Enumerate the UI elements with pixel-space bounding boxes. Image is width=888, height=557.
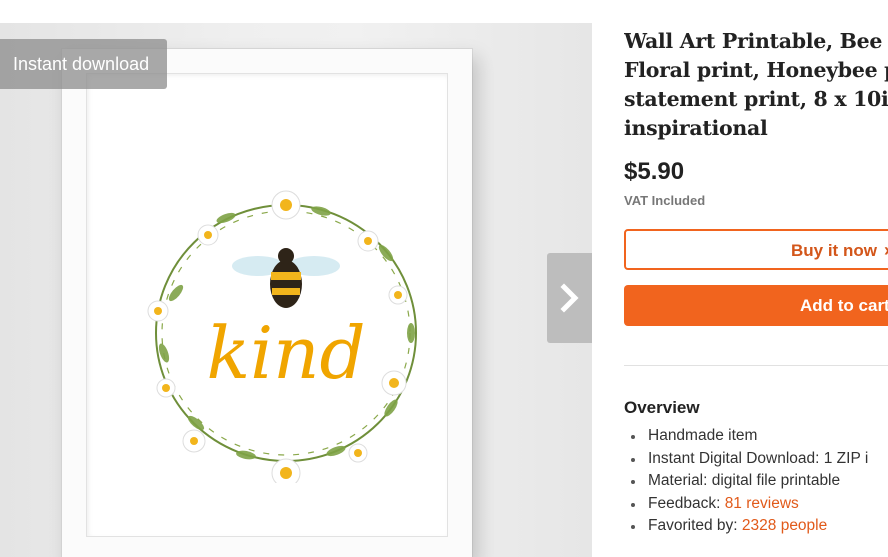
list-item-text: Instant Digital Download: 1 ZIP i [648,449,869,467]
vat-note: VAT Included [624,193,706,208]
picture-frame: kind [62,49,472,557]
list-item-text: Favorited by: [648,517,742,535]
bee-wreath-artwork: kind [147,190,417,483]
divider [624,365,888,366]
title-line: inspirational [624,116,768,140]
chevron-right-icon [559,283,579,313]
overview-list: Handmade item Instant Digital Download: … [624,425,868,538]
product-image-gallery: kind [0,23,592,557]
favorited-link[interactable]: 2328 people [742,517,827,534]
reviews-link[interactable]: 81 reviews [725,495,799,512]
instant-download-badge: Instant download [0,39,167,89]
next-image-button[interactable] [547,253,592,343]
buy-it-now-button[interactable]: Buy it now › [624,229,888,270]
add-to-cart-button[interactable]: Add to cart [624,285,888,326]
product-price: $5.90 [624,158,685,185]
title-line: statement print, 8 x 10in, b [624,87,888,111]
title-line: Wall Art Printable, Bee Kin [624,29,888,53]
product-info-panel: Wall Art Printable, Bee Kin Floral print… [624,0,888,557]
overview-heading: Overview [624,398,700,417]
artwork-word: kind [206,311,365,395]
list-item-text: Feedback: [648,494,725,512]
list-item: Handmade item [624,425,868,448]
buy-it-now-label: Buy it now [791,241,877,260]
print-paper: kind [86,73,448,537]
list-item: Feedback: 81 reviews [624,493,868,516]
list-item-text: Material: digital file printable [648,472,841,490]
add-to-cart-label: Add to cart [800,296,888,315]
list-item: Material: digital file printable [624,470,868,493]
list-item: Instant Digital Download: 1 ZIP i [624,448,868,471]
chevron-right-icon: › [884,240,888,261]
title-line: Floral print, Honeybee prin [624,58,888,82]
list-item-text: Handmade item [648,427,758,444]
product-title: Wall Art Printable, Bee Kin Floral print… [624,27,888,143]
list-item: Favorited by: 2328 people [624,515,868,538]
